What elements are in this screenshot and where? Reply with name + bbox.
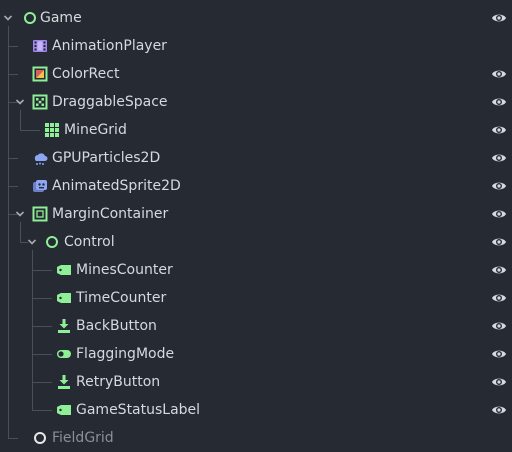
tree-row-backbutton[interactable]: BackButton — [0, 312, 512, 340]
visibility-eye-icon[interactable] — [491, 263, 507, 277]
visibility-eye-icon[interactable] — [491, 123, 507, 137]
visibility-eye-icon[interactable] — [491, 179, 507, 193]
node-label[interactable]: FieldGrid — [52, 424, 114, 452]
node-circle-icon — [22, 10, 38, 26]
visibility-eye-icon[interactable] — [491, 235, 507, 249]
visibility-eye-icon[interactable] — [491, 95, 507, 109]
chevron-down-icon[interactable] — [13, 200, 27, 228]
node-label[interactable]: GPUParticles2D — [52, 144, 160, 172]
node-label[interactable]: Game — [40, 4, 82, 32]
margin-container-icon — [32, 206, 48, 222]
chevron-down-icon[interactable] — [1, 4, 15, 32]
control-circle-icon — [44, 234, 60, 250]
node-label[interactable]: TimeCounter — [76, 284, 166, 312]
node-label[interactable]: AnimationPlayer — [52, 32, 167, 60]
tree-row-minegrid[interactable]: MineGrid — [0, 116, 512, 144]
visibility-eye-icon[interactable] — [491, 319, 507, 333]
node-label[interactable]: MinesCounter — [76, 256, 173, 284]
tree-row-colorrect[interactable]: ColorRect — [0, 60, 512, 88]
texture-button-icon — [56, 374, 72, 390]
visibility-eye-icon[interactable] — [491, 403, 507, 417]
scene-tree: Game AnimationPlayer ColorRect Draggable… — [0, 0, 512, 452]
visibility-eye-icon[interactable] — [491, 67, 507, 81]
tree-row-draggablespace[interactable]: DraggableSpace — [0, 88, 512, 116]
check-toggle-icon — [56, 346, 72, 362]
visibility-eye-icon[interactable] — [491, 375, 507, 389]
tree-row-control[interactable]: Control — [0, 228, 512, 256]
animated-sprite-icon — [32, 178, 48, 194]
tree-row-game[interactable]: Game — [0, 4, 512, 32]
tree-row-timecounter[interactable]: TimeCounter — [0, 284, 512, 312]
visibility-eye-icon[interactable] — [491, 151, 507, 165]
node-label[interactable]: BackButton — [76, 312, 157, 340]
tree-row-retrybutton[interactable]: RetryButton — [0, 368, 512, 396]
visibility-eye-icon[interactable] — [491, 291, 507, 305]
tree-row-animationplayer[interactable]: AnimationPlayer — [0, 32, 512, 60]
tree-row-fieldgrid[interactable]: FieldGrid — [0, 424, 512, 452]
node-label[interactable]: RetryButton — [76, 368, 160, 396]
node-label[interactable]: Control — [64, 228, 115, 256]
tree-row-margincontainer[interactable]: MarginContainer — [0, 200, 512, 228]
chevron-down-icon[interactable] — [13, 88, 27, 116]
tree-row-minescounter[interactable]: MinesCounter — [0, 256, 512, 284]
node-label[interactable]: MineGrid — [64, 116, 127, 144]
visibility-eye-icon[interactable] — [491, 347, 507, 361]
texture-button-icon — [56, 318, 72, 334]
visibility-eye-icon[interactable] — [491, 207, 507, 221]
tree-row-animatedsprite2d[interactable]: AnimatedSprite2D — [0, 172, 512, 200]
draggable-space-icon — [32, 94, 48, 110]
color-rect-icon — [32, 66, 48, 82]
tree-row-flaggingmode[interactable]: FlaggingMode — [0, 340, 512, 368]
grid-container-icon — [44, 122, 60, 138]
chevron-down-icon[interactable] — [25, 228, 39, 256]
node-label[interactable]: DraggableSpace — [52, 88, 168, 116]
node-label[interactable]: GameStatusLabel — [76, 396, 200, 424]
node-label[interactable]: FlaggingMode — [76, 340, 174, 368]
node-label[interactable]: MarginContainer — [52, 200, 168, 228]
particles-icon — [32, 150, 48, 166]
tree-row-gamestatuslabel[interactable]: GameStatusLabel — [0, 396, 512, 424]
label-tag-icon — [56, 290, 72, 306]
node-label[interactable]: AnimatedSprite2D — [52, 172, 181, 200]
animation-player-icon — [32, 38, 48, 54]
visibility-eye-icon[interactable] — [491, 11, 507, 25]
label-tag-icon — [56, 262, 72, 278]
tree-row-gpuparticles2d[interactable]: GPUParticles2D — [0, 144, 512, 172]
node-circle-white-icon — [32, 430, 48, 446]
node-label[interactable]: ColorRect — [52, 60, 119, 88]
label-tag-icon — [56, 402, 72, 418]
